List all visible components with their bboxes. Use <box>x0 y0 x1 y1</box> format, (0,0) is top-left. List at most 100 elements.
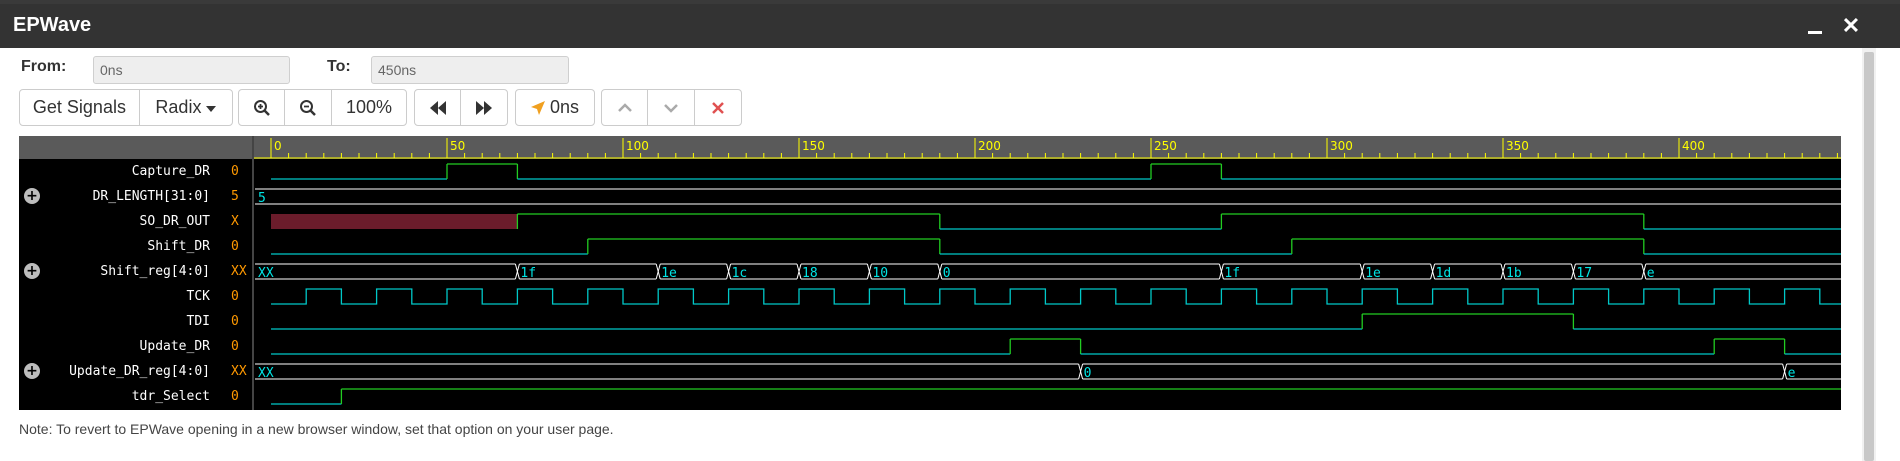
bus-value-label: 1b <box>1506 266 1522 281</box>
bus-transition-right <box>657 263 661 280</box>
bus-transition-right <box>516 263 520 280</box>
bus-value-label: 10 <box>872 266 888 281</box>
bus-transition-right <box>1361 263 1365 280</box>
signal-row[interactable]: SO_DR_OUT X <box>19 209 252 234</box>
signal-name: Shift_DR <box>147 239 210 254</box>
bus-value-label: XX <box>258 266 274 281</box>
signal-value: 0 <box>231 314 239 329</box>
ruler-label: 400 <box>1682 139 1705 153</box>
bus-transition-right <box>868 263 872 280</box>
zoom-out-button[interactable] <box>285 90 332 125</box>
bus-transition-right <box>1784 363 1788 380</box>
rewind-icon <box>429 100 446 115</box>
clock-waveform <box>271 288 1841 305</box>
ruler-label: 150 <box>802 139 825 153</box>
bus-value-label: 1d <box>1436 266 1452 281</box>
signal-row[interactable]: Shift_DR 0 <box>19 234 252 259</box>
bus-value-label: XX <box>258 366 274 381</box>
expand-icon[interactable]: + <box>24 263 40 279</box>
signal-value: X <box>231 214 239 229</box>
move-down-button[interactable] <box>648 90 695 125</box>
close-button[interactable]: ✕ <box>1836 11 1866 41</box>
bus-transition-right <box>1643 263 1647 280</box>
bus-value-label: 17 <box>1576 266 1592 281</box>
cursor-time-label: 0ns <box>549 97 580 117</box>
navigate-group <box>414 89 508 126</box>
scrollbar-thumb[interactable] <box>1864 52 1874 461</box>
ruler-label: 200 <box>978 139 1001 153</box>
expand-icon[interactable]: + <box>24 188 40 204</box>
signal-row[interactable]: Capture_DR 0 <box>19 159 252 184</box>
zoom-level-button[interactable]: 100% <box>332 90 406 125</box>
signal-row[interactable]: TDI 0 <box>19 309 252 334</box>
rewind-button[interactable] <box>415 90 462 125</box>
signal-value: 0 <box>231 164 239 179</box>
navigation-arrow-icon <box>530 100 545 115</box>
to-label: To: <box>327 58 351 75</box>
signal-row[interactable]: TCK 0 <box>19 284 252 309</box>
remove-signal-button[interactable] <box>695 90 741 125</box>
signal-name: Shift_reg[4:0] <box>100 264 210 279</box>
bus-transition-right <box>1080 363 1084 380</box>
bus-transition-right <box>728 263 732 280</box>
zoom-out-icon <box>300 99 317 116</box>
chevron-down-icon <box>664 103 678 113</box>
from-label: From: <box>21 58 67 75</box>
ruler-label: 50 <box>450 139 465 153</box>
signal-order-group <box>601 89 742 126</box>
get-signals-button[interactable]: Get Signals <box>20 90 140 125</box>
time-ruler <box>254 136 1841 159</box>
bus-transition-right <box>1502 263 1506 280</box>
expand-icon[interactable]: + <box>24 363 40 379</box>
caret-down-icon <box>206 105 217 112</box>
to-input[interactable] <box>371 56 569 84</box>
signal-value: 0 <box>231 239 239 254</box>
signal-name: SO_DR_OUT <box>139 214 210 229</box>
waveform-panel: Capture_DR 0 + DR_LENGTH[31:0] 5 SO_DR_OUT X Sh… <box>19 136 1841 410</box>
signal-row[interactable]: tdr_Select 0 <box>19 384 252 409</box>
radix-button[interactable]: Radix <box>140 90 232 125</box>
chevron-up-icon <box>617 102 632 112</box>
ruler-label: 250 <box>1154 139 1177 153</box>
bus-value-label: 1f <box>520 266 536 281</box>
signal-row[interactable]: + Shift_reg[4:0] XX <box>19 259 252 284</box>
signal-row[interactable]: + DR_LENGTH[31:0] 5 <box>19 184 252 209</box>
signal-name: TDI <box>186 314 210 329</box>
minimize-icon <box>1808 31 1822 34</box>
from-input[interactable] <box>93 56 290 84</box>
ruler-label: 100 <box>626 139 649 153</box>
bus-value-label: e <box>1788 366 1796 381</box>
cursor-group: 0ns <box>515 89 595 126</box>
signal-row[interactable]: Update_DR 0 <box>19 334 252 359</box>
signal-name-header <box>19 136 252 159</box>
signal-value: 0 <box>231 339 239 354</box>
bus-value-label: e <box>1647 266 1655 281</box>
ruler-label: 0 <box>274 139 282 153</box>
signal-value: XX <box>231 364 247 379</box>
bus-value-label: 0 <box>1084 366 1092 381</box>
signal-name: Capture_DR <box>131 164 210 179</box>
cursor-time-button[interactable]: 0ns <box>516 90 594 125</box>
waveform-canvas[interactable]: 0 50 100 150 200 250 300 350 4005XX 1f 1e 1c 18 10 0 1f… <box>254 136 1841 410</box>
move-up-button[interactable] <box>602 90 649 125</box>
signal-value: 0 <box>231 289 239 304</box>
bus-transition-right <box>1572 263 1576 280</box>
signal-name: DR_LENGTH[31:0] <box>92 189 210 204</box>
bus-transition-right <box>1220 263 1224 280</box>
unknown-segment <box>271 214 518 229</box>
bus-value-label: 5 <box>258 191 266 206</box>
window-title: EPWave <box>13 14 92 36</box>
fast-forward-icon <box>476 100 492 115</box>
zoom-in-button[interactable] <box>239 90 286 125</box>
fast-forward-button[interactable] <box>461 90 507 125</box>
zoom-in-icon <box>253 99 270 116</box>
signal-row[interactable]: + Update_DR_reg[4:0] XX <box>19 359 252 384</box>
signals-group: Get Signals Radix <box>19 89 233 126</box>
minimize-button[interactable] <box>1800 11 1830 41</box>
bus-transition-right <box>1432 263 1436 280</box>
zoom-group: 100% <box>238 89 407 126</box>
close-icon <box>711 101 724 114</box>
signal-name: TCK <box>186 289 210 304</box>
note-text: Note: To revert to EPWave opening in a n… <box>19 421 614 437</box>
signal-value: 5 <box>231 189 239 204</box>
